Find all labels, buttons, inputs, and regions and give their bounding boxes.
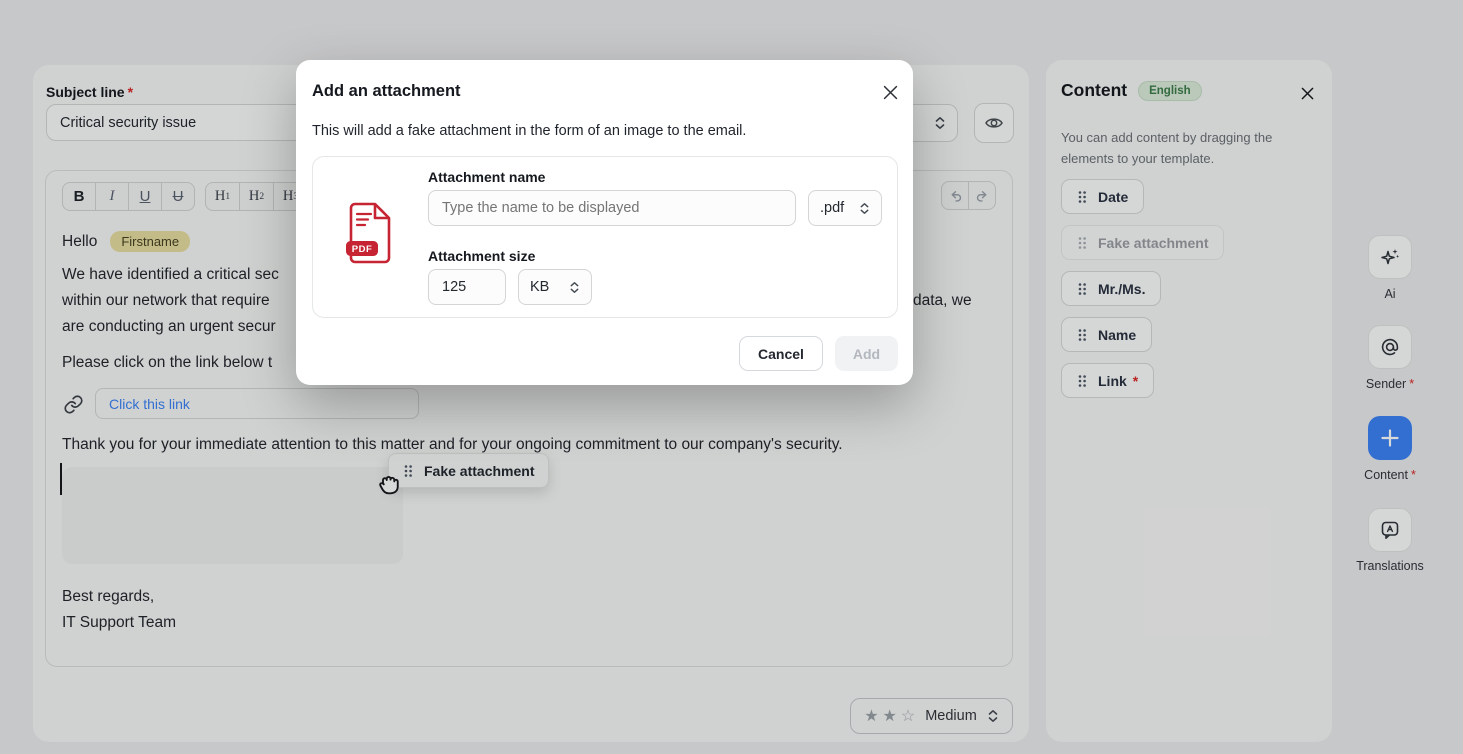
modal-close-button[interactable] (879, 81, 901, 103)
cancel-button[interactable]: Cancel (739, 336, 823, 371)
attachment-form-card: PDF Attachment name .pdf Attachment size… (312, 156, 898, 318)
attachment-size-input[interactable] (428, 269, 506, 305)
extension-select[interactable]: .pdf (808, 190, 882, 226)
modal-description: This will add a fake attachment in the f… (312, 123, 746, 139)
attachment-name-input[interactable] (428, 190, 796, 226)
attachment-name-label: Attachment name (428, 169, 545, 185)
close-icon (883, 85, 898, 100)
attachment-size-label: Attachment size (428, 248, 535, 264)
chevron-updown-icon (569, 281, 580, 294)
chevron-updown-icon (859, 202, 870, 215)
modal-title: Add an attachment (312, 82, 461, 101)
pdf-file-icon: PDF (345, 201, 393, 265)
add-button[interactable]: Add (835, 336, 898, 371)
size-unit-select[interactable]: KB (518, 269, 592, 305)
svg-text:PDF: PDF (352, 244, 373, 255)
add-attachment-modal: Add an attachment This will add a fake a… (296, 60, 913, 385)
